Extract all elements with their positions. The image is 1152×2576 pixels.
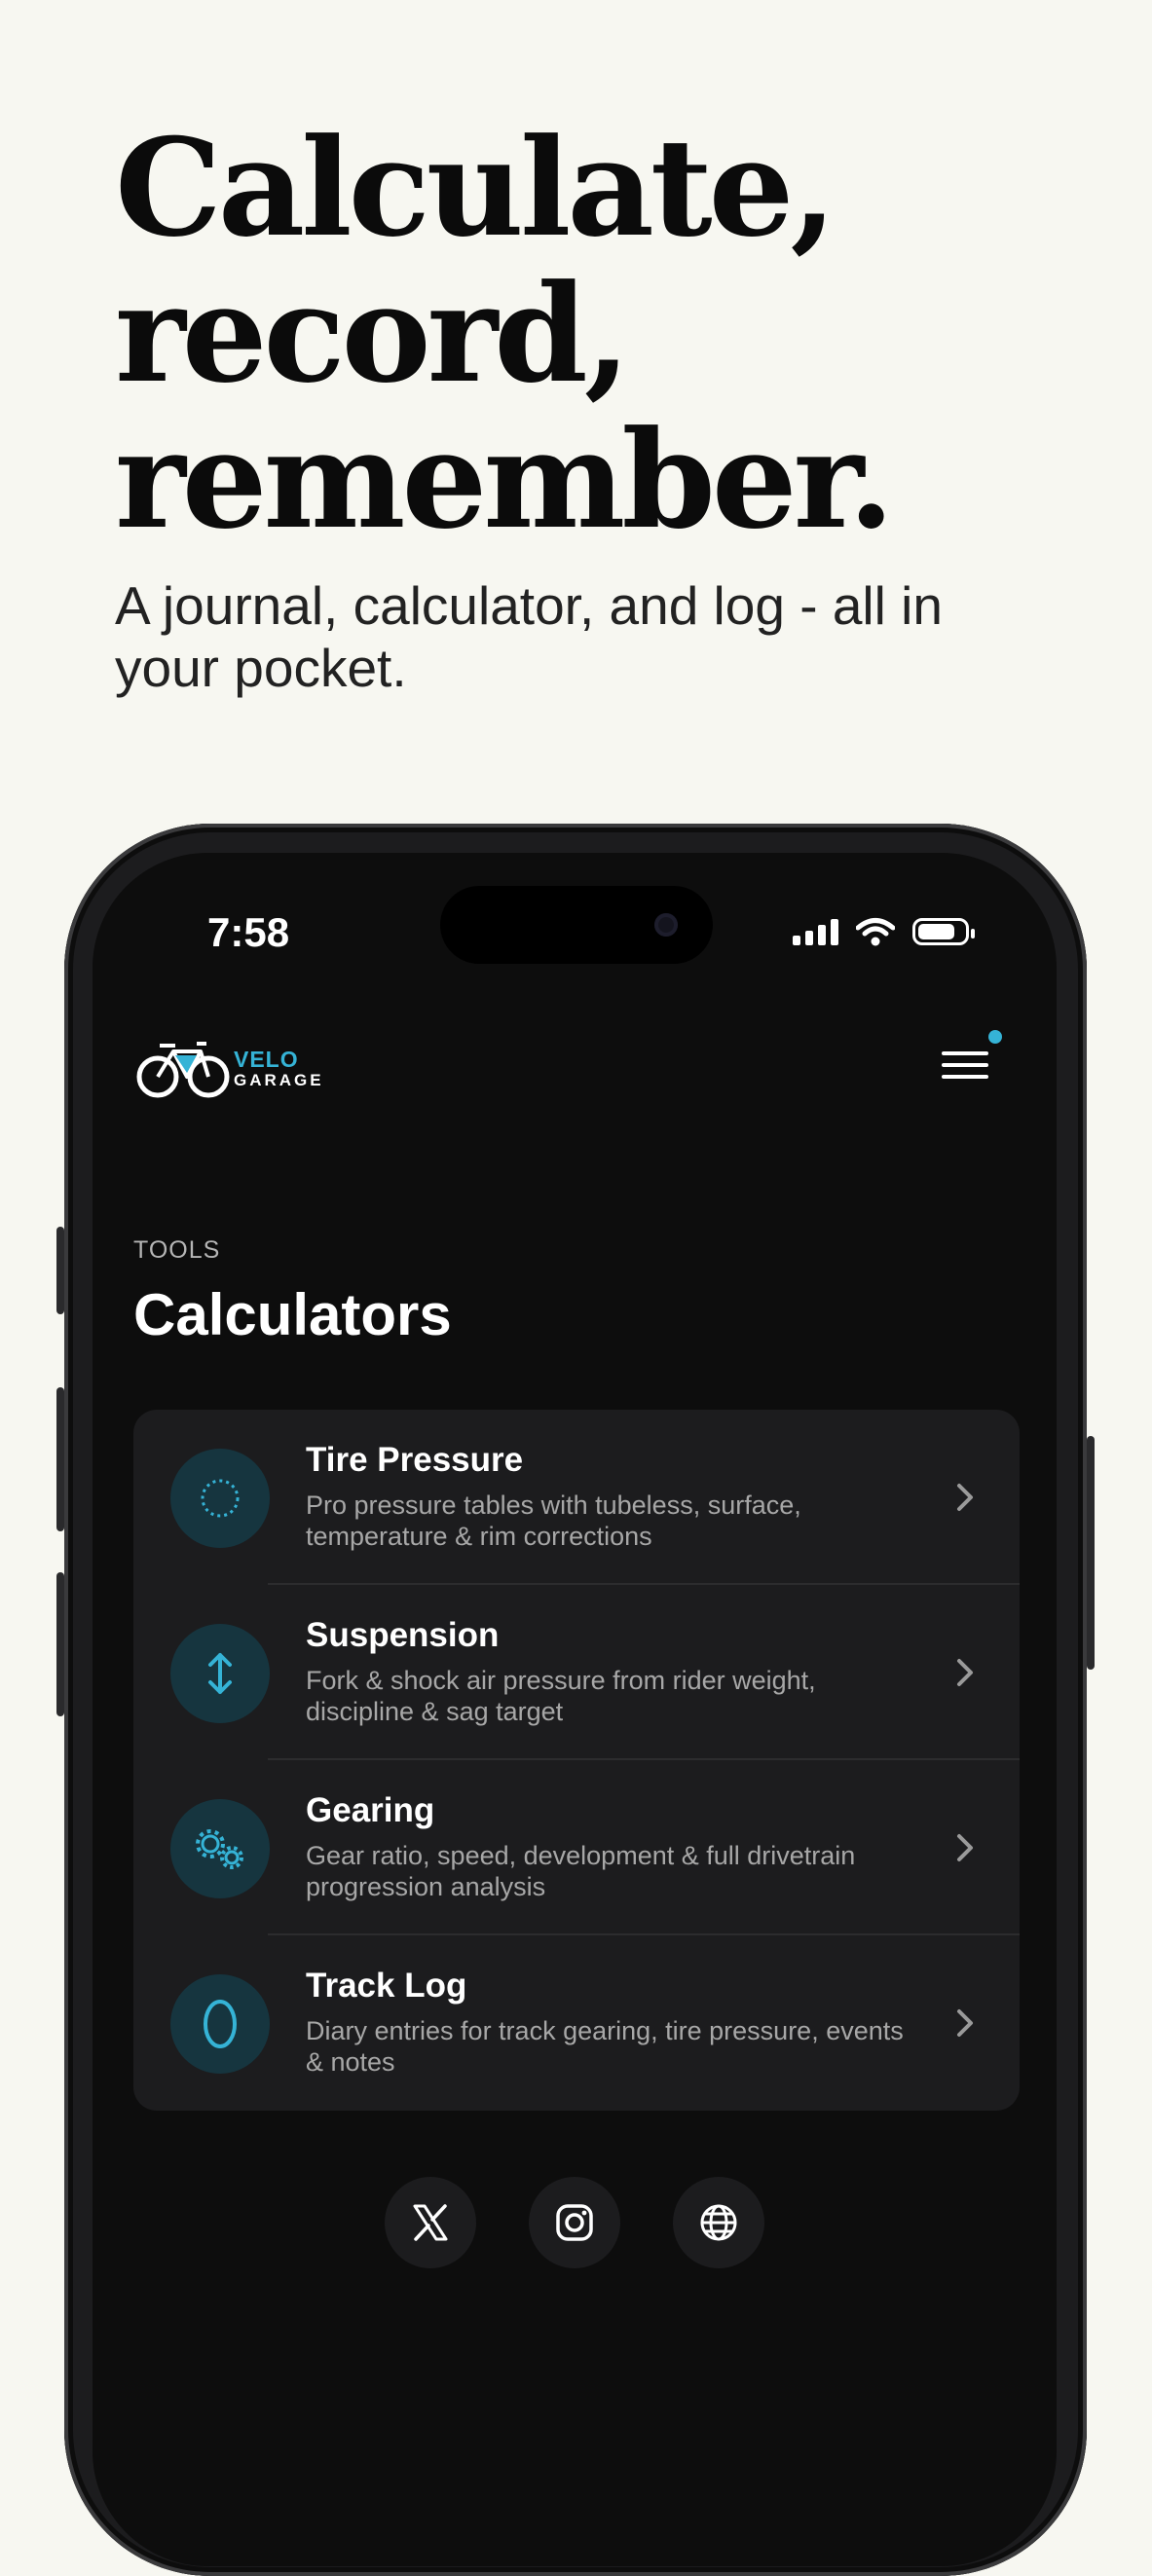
wifi-icon <box>856 918 895 946</box>
logo-brand-bottom: GARAGE <box>234 1071 324 1089</box>
tool-row-track-log[interactable]: Track Log Diary entries for track gearin… <box>133 1935 1020 2111</box>
page-title: Calculators <box>133 1282 452 1347</box>
x-icon[interactable] <box>385 2177 476 2268</box>
volume-down-button <box>56 1572 64 1716</box>
oval-track-icon <box>170 1974 270 2074</box>
dotted-circle-icon <box>170 1449 270 1548</box>
notification-dot <box>988 1030 1002 1044</box>
hamburger-menu-icon[interactable] <box>942 1051 988 1086</box>
tool-row-suspension[interactable]: Suspension Fork & shock air pressure fro… <box>133 1585 1020 1760</box>
tool-label: Gearing <box>306 1791 435 1829</box>
tool-description: Gear ratio, speed, development & full dr… <box>306 1841 856 1901</box>
bicycle-logo-icon <box>136 1042 230 1098</box>
tool-label: Tire Pressure <box>306 1441 524 1479</box>
logo-brand-top: VELO <box>234 1047 299 1072</box>
headline-line: record, <box>115 254 631 413</box>
globe-icon[interactable] <box>673 2177 764 2268</box>
tool-label: Track Log <box>306 1967 467 2005</box>
section-label: TOOLS <box>133 1236 221 1264</box>
tool-row-gearing[interactable]: Gearing Gear ratio, speed, development &… <box>133 1760 1020 1935</box>
hero-subheadline: A journal, calculator, and log - all in … <box>115 575 943 698</box>
cellular-signal-icon <box>793 918 838 945</box>
gears-icon <box>170 1799 270 1898</box>
vertical-arrows-icon <box>170 1624 270 1723</box>
headline-line: remember. <box>115 400 895 559</box>
action-button <box>56 1227 64 1314</box>
battery-icon <box>912 918 975 945</box>
headline-line: Calculate, <box>115 108 836 267</box>
social-links <box>385 2177 764 2268</box>
calculators-list: Tire Pressure Pro pressure tables with t… <box>133 1410 1020 2111</box>
tool-description: Diary entries for track gearing, tire pr… <box>306 2016 904 2077</box>
chevron-right-icon <box>957 1484 973 1511</box>
tool-description: Pro pressure tables with tubeless, surfa… <box>306 1490 801 1551</box>
status-icons <box>793 917 975 946</box>
chevron-right-icon <box>957 1659 973 1686</box>
status-time: 7:58 <box>207 909 290 955</box>
chevron-right-icon <box>957 1834 973 1861</box>
power-button <box>1087 1436 1095 1670</box>
front-camera <box>654 913 678 937</box>
volume-up-button <box>56 1387 64 1531</box>
hero-headline: Calculate, record, remember. <box>115 115 1089 553</box>
tool-description: Fork & shock air pressure from rider wei… <box>306 1666 816 1726</box>
tool-label: Suspension <box>306 1616 500 1654</box>
instagram-icon[interactable] <box>529 2177 620 2268</box>
velo-garage-logo[interactable]: VELO GARAGE <box>136 1034 331 1102</box>
phone-screen: 7:58 VELO GARAGE TOOLS Calculators Tire … <box>93 853 1057 2566</box>
dynamic-island <box>440 886 713 964</box>
chevron-right-icon <box>957 2009 973 2037</box>
tool-row-tire-pressure[interactable]: Tire Pressure Pro pressure tables with t… <box>133 1410 1020 1585</box>
